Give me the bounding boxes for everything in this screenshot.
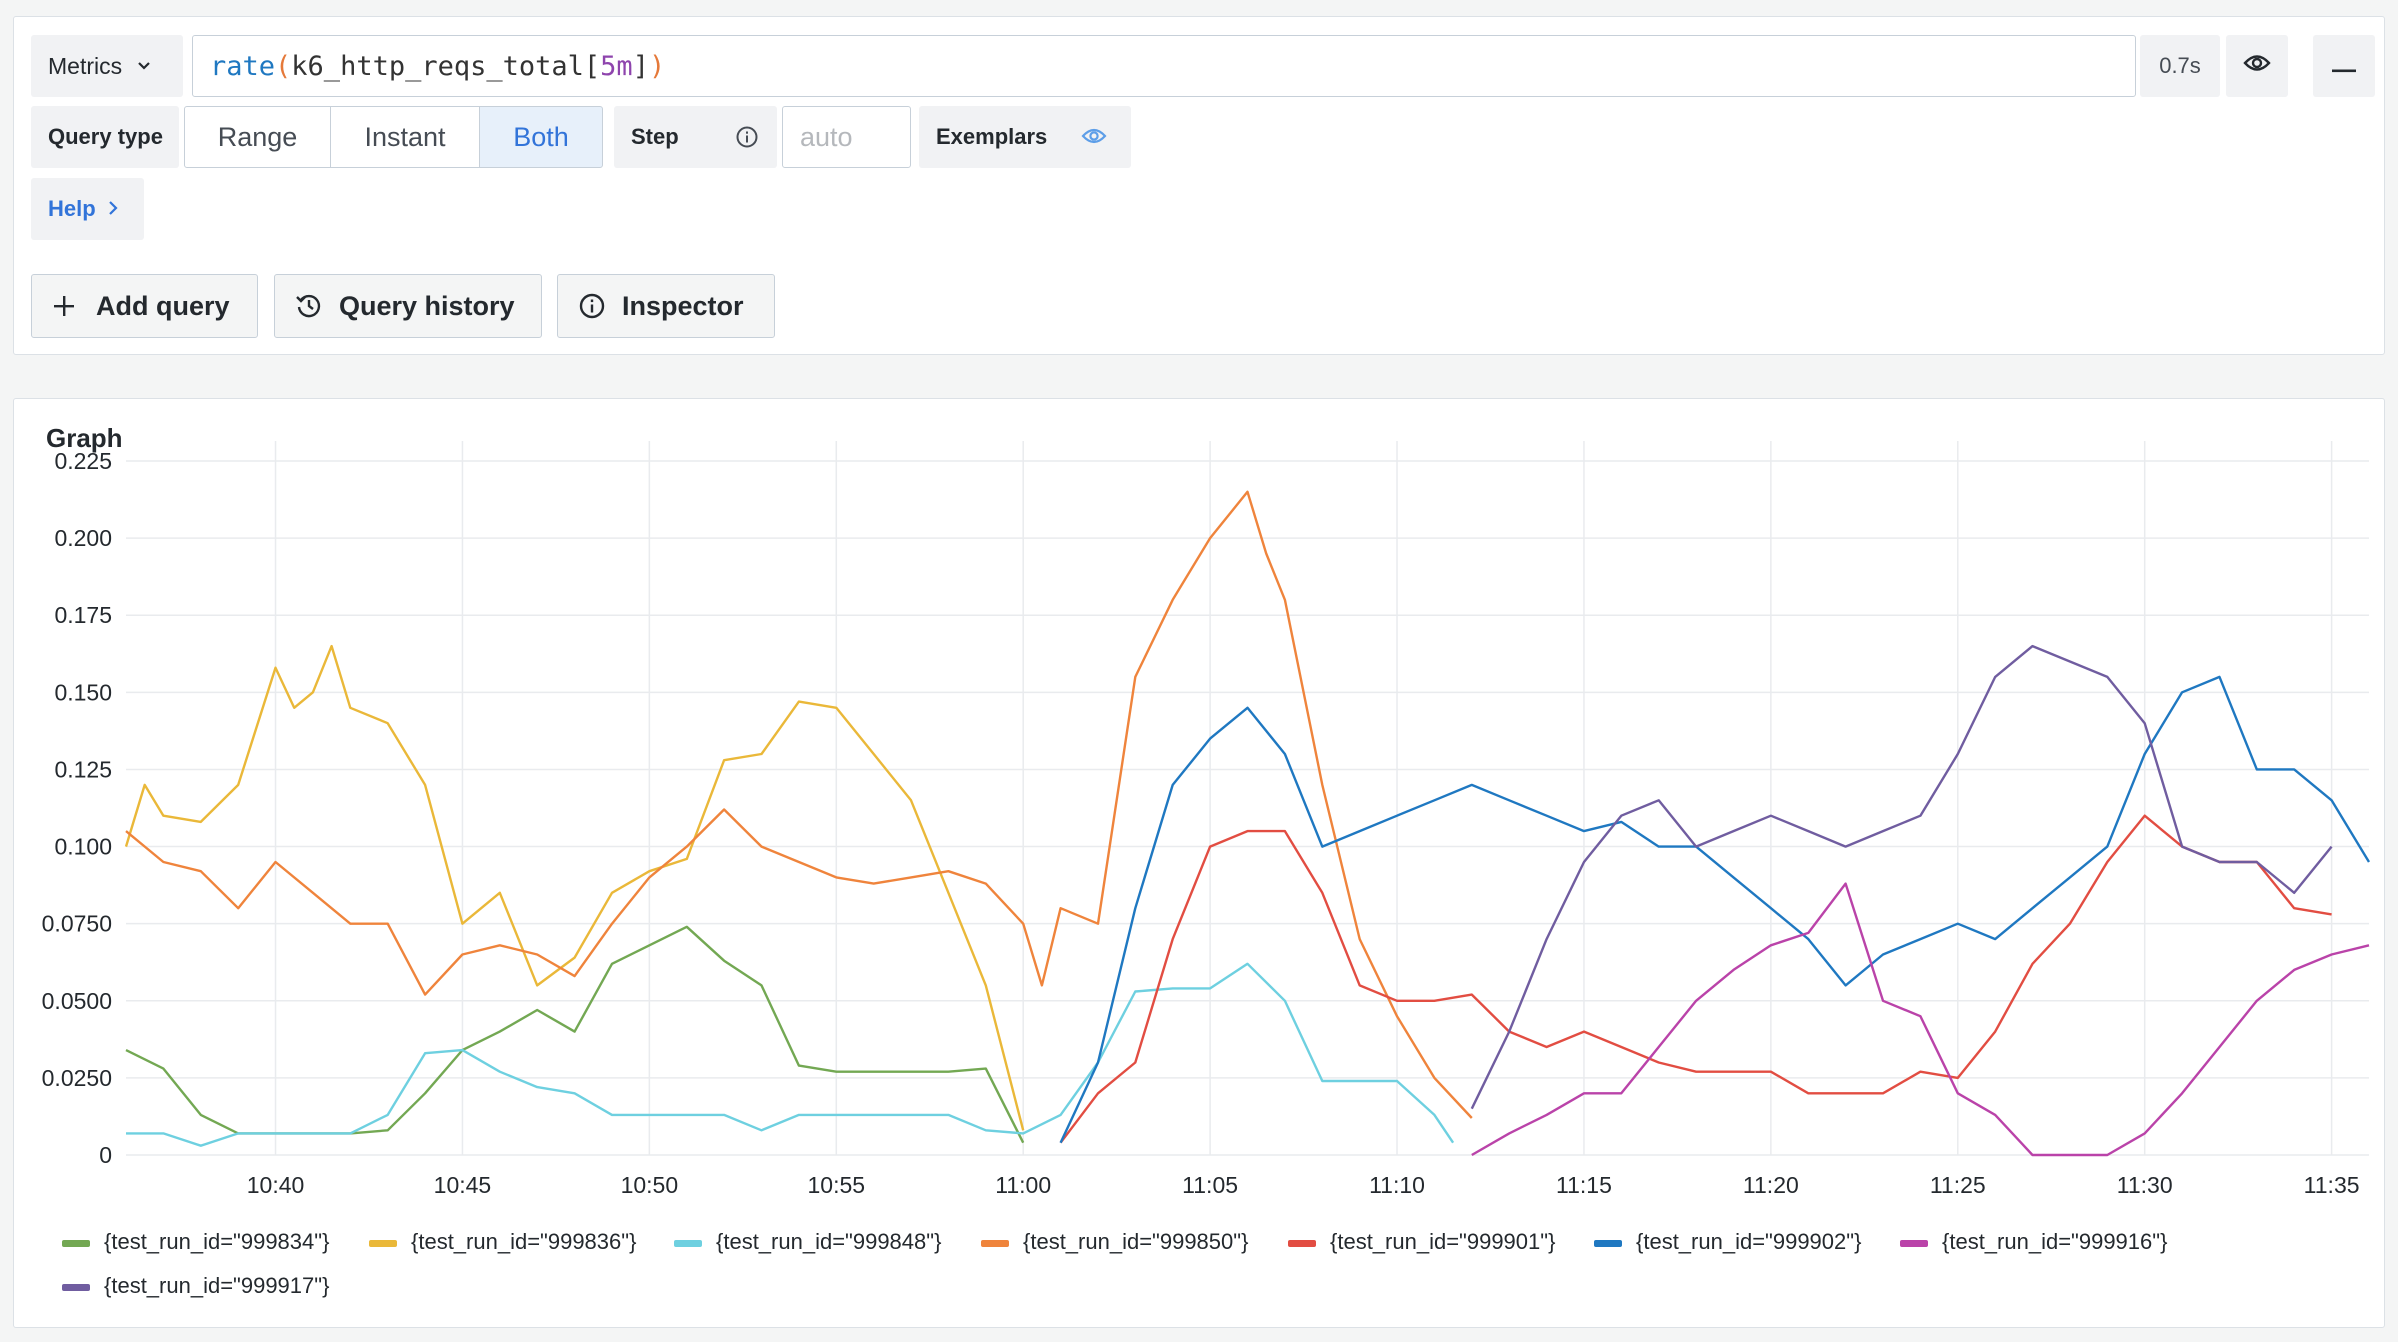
add-query-label: Add query <box>96 290 230 321</box>
step-placeholder: auto <box>800 121 853 152</box>
legend-item[interactable]: {test_run_id="999916"} <box>1900 1229 2167 1254</box>
series-line[interactable] <box>126 962 1455 1147</box>
datasource-dropdown[interactable]: Metrics <box>31 35 183 97</box>
y-tick-label: 0.0500 <box>42 988 112 1014</box>
add-query-button[interactable]: Add query <box>31 274 258 338</box>
chart-legend[interactable]: {test_run_id="999834"} {test_run_id="9998… <box>62 1229 2167 1298</box>
query-editor-panel: Metrics rate(k6_http_reqs_total[5m]) 0.7… <box>13 16 2385 355</box>
query-paren-token: ( <box>275 50 292 82</box>
x-tick-label: 10:55 <box>808 1172 866 1198</box>
legend-swatch <box>981 1240 1009 1247</box>
info-icon <box>578 292 608 320</box>
eye-icon <box>1081 126 1107 152</box>
legend-item[interactable]: {test_run_id="999902"} <box>1594 1229 1861 1254</box>
x-tick-label: 11:15 <box>1556 1172 1612 1198</box>
y-tick-label: 0.175 <box>54 602 112 628</box>
datasource-label: Metrics <box>48 52 123 79</box>
y-tick-label: 0.0250 <box>42 1065 112 1091</box>
x-tick-label: 11:35 <box>2304 1172 2360 1198</box>
legend-swatch <box>369 1240 397 1247</box>
legend-item[interactable]: {test_run_id="999850"} <box>981 1229 1248 1254</box>
legend-swatch <box>62 1284 90 1291</box>
legend-label: {test_run_id="999901"} <box>1330 1229 1555 1254</box>
help-toggle[interactable]: Help <box>31 178 144 240</box>
graph-panel: Graph 0 0.0250 0.0500 0.0750 0.100 0.125 0.150… <box>13 398 2385 1328</box>
minus-icon <box>2332 53 2356 79</box>
step-input[interactable]: auto <box>782 106 911 168</box>
eye-icon <box>2243 53 2271 79</box>
legend-swatch <box>1900 1240 1928 1247</box>
query-bracket-token: ] <box>632 50 649 82</box>
time-series-chart[interactable]: 0 0.0250 0.0500 0.0750 0.100 0.125 0.150 0.175 0… <box>14 399 2386 1329</box>
y-tick-label: 0 <box>99 1142 112 1168</box>
toggle-visibility-button[interactable] <box>2226 35 2288 97</box>
y-axis: 0 0.0250 0.0500 0.0750 0.100 0.125 0.150 0.175 0… <box>42 448 112 1168</box>
inspector-button[interactable]: Inspector <box>557 274 775 338</box>
series-line[interactable] <box>125 490 1473 1119</box>
chevron-right-icon <box>108 196 118 222</box>
y-tick-label: 0.100 <box>54 834 112 860</box>
query-duration-badge: 0.7s <box>2140 35 2220 97</box>
query-bracket-token: [ <box>583 50 601 82</box>
series-line[interactable] <box>124 644 1025 1131</box>
x-tick-label: 10:40 <box>247 1172 305 1198</box>
legend-swatch <box>1594 1240 1622 1247</box>
query-fn-token: rate <box>210 50 276 82</box>
legend-item[interactable]: {test_run_id="999836"} <box>369 1229 636 1254</box>
x-tick-label: 11:10 <box>1369 1172 1425 1198</box>
legend-label: {test_run_id="999917"} <box>104 1273 329 1298</box>
query-range-token: 5m <box>600 50 633 82</box>
query-metric-token: k6_http_reqs_total <box>291 50 584 82</box>
step-label-text: Step <box>631 124 679 149</box>
query-type-label: Query type <box>31 106 179 168</box>
y-tick-label: 0.150 <box>54 679 112 705</box>
x-axis: 10:40 10:45 10:50 10:55 11:00 11:05 11:10 11:15… <box>247 1172 2360 1198</box>
x-tick-label: 11:05 <box>1182 1172 1238 1198</box>
inspector-label: Inspector <box>622 290 744 321</box>
info-icon[interactable] <box>735 125 759 155</box>
x-tick-label: 10:50 <box>621 1172 679 1198</box>
legend-label: {test_run_id="999848"} <box>716 1229 941 1254</box>
query-type-both[interactable]: Both <box>479 106 603 168</box>
query-type-range[interactable]: Range <box>184 106 331 168</box>
query-history-button[interactable]: Query history <box>274 274 542 338</box>
legend-swatch <box>1288 1240 1316 1247</box>
query-type-instant[interactable]: Instant <box>330 106 480 168</box>
legend-label: {test_run_id="999902"} <box>1636 1229 1861 1254</box>
y-tick-label: 0.0750 <box>42 911 112 937</box>
x-tick-label: 11:00 <box>995 1172 1051 1198</box>
x-tick-label: 11:20 <box>1743 1172 1799 1198</box>
x-tick-label: 11:30 <box>2117 1172 2173 1198</box>
legend-item[interactable]: {test_run_id="999848"} <box>674 1229 941 1254</box>
query-expression-input[interactable]: rate(k6_http_reqs_total[5m]) <box>192 35 2136 97</box>
x-tick-label: 10:45 <box>434 1172 492 1198</box>
x-tick-label: 11:25 <box>1930 1172 1986 1198</box>
legend-item[interactable]: {test_run_id="999917"} <box>62 1273 329 1298</box>
chevron-down-icon <box>136 56 152 77</box>
history-icon <box>295 292 325 320</box>
legend-label: {test_run_id="999850"} <box>1023 1229 1248 1254</box>
series-line[interactable] <box>1059 814 2332 1144</box>
query-history-label: Query history <box>339 290 515 321</box>
y-tick-label: 0.225 <box>54 448 112 474</box>
remove-query-button[interactable] <box>2313 35 2375 97</box>
plus-icon <box>52 294 82 318</box>
legend-label: {test_run_id="999836"} <box>411 1229 636 1254</box>
exemplars-toggle[interactable]: Exemplars <box>919 106 1131 168</box>
legend-label: {test_run_id="999916"} <box>1942 1229 2167 1254</box>
legend-item[interactable]: {test_run_id="999834"} <box>62 1229 329 1254</box>
step-label: Step <box>614 106 777 168</box>
legend-swatch <box>62 1240 90 1247</box>
query-paren-token: ) <box>648 50 666 82</box>
legend-swatch <box>674 1240 702 1247</box>
exemplars-label: Exemplars <box>936 124 1048 149</box>
y-tick-label: 0.125 <box>54 756 112 782</box>
y-tick-label: 0.200 <box>54 525 112 551</box>
series-line[interactable] <box>125 925 1025 1144</box>
help-label: Help <box>48 196 96 221</box>
chart-grid <box>126 441 2369 1156</box>
legend-label: {test_run_id="999834"} <box>104 1229 329 1254</box>
legend-item[interactable]: {test_run_id="999901"} <box>1288 1229 1555 1254</box>
